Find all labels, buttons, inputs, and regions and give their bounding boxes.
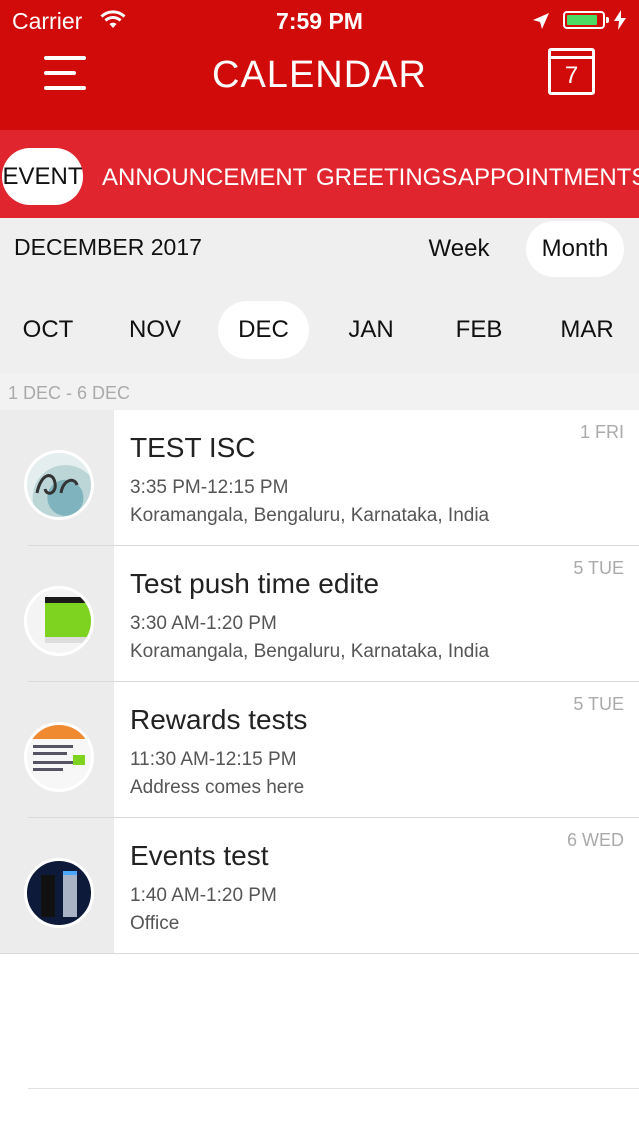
location-arrow-icon xyxy=(532,12,550,35)
month-view-button[interactable]: Month xyxy=(526,221,624,277)
month-chip-feb[interactable]: FEB xyxy=(437,301,521,359)
date-range-header: 1 DEC - 6 DEC xyxy=(0,374,639,410)
event-date: 6 WED xyxy=(566,830,624,850)
event-time: 3:35 PM-12:15 PM xyxy=(130,477,289,498)
event-location: Koramangala, Bengaluru, Karnataka, India xyxy=(130,641,490,662)
nav-bar: CALENDAR 7 xyxy=(0,42,639,130)
event-location: Office xyxy=(130,913,180,934)
event-row[interactable]: TEST ISC 3:35 PM-12:15 PM Koramangala, B… xyxy=(0,410,639,546)
event-row[interactable]: Rewards tests 11:30 AM-12:15 PM Address … xyxy=(0,682,639,818)
tab-announcement[interactable]: ANNOUNCEMENT xyxy=(102,130,307,218)
event-thumbnail xyxy=(24,722,94,792)
calendar-icon[interactable]: 7 xyxy=(548,48,595,95)
event-location: Address comes here xyxy=(130,777,305,798)
event-date: 5 TUE xyxy=(573,558,624,578)
month-chip-jan[interactable]: JAN xyxy=(329,301,413,359)
event-date: 5 TUE xyxy=(573,694,624,714)
event-location: Koramangala, Bengaluru, Karnataka, India xyxy=(130,505,490,526)
event-thumbnail xyxy=(24,586,94,656)
month-chip-mar[interactable]: MAR xyxy=(545,301,629,359)
month-chip-nov[interactable]: NOV xyxy=(113,301,197,359)
month-chip-dec[interactable]: DEC xyxy=(218,301,309,359)
period-selector: DECEMBER 2017 Week Month OCT NOV DEC JAN… xyxy=(0,218,639,374)
status-bar: Carrier 7:59 PM xyxy=(0,0,639,42)
event-title: Events test xyxy=(130,840,269,871)
event-time: 1:40 AM-1:20 PM xyxy=(130,885,277,906)
event-title: TEST ISC xyxy=(130,432,256,463)
event-title: Rewards tests xyxy=(130,704,308,735)
tab-appointments[interactable]: APPOINTMENTS xyxy=(458,130,639,218)
event-time: 3:30 AM-1:20 PM xyxy=(130,613,277,634)
event-thumbnail xyxy=(24,450,94,520)
month-chip-oct[interactable]: OCT xyxy=(6,301,90,359)
list-bottom-divider xyxy=(28,1088,639,1089)
event-list: TEST ISC 3:35 PM-12:15 PM Koramangala, B… xyxy=(0,410,639,954)
event-date: 1 FRI xyxy=(579,422,624,442)
page-title: CALENDAR xyxy=(212,54,427,96)
week-view-button[interactable]: Week xyxy=(414,221,504,277)
battery-icon xyxy=(563,11,609,29)
current-month-label: DECEMBER 2017 xyxy=(14,234,202,260)
calendar-day-number: 7 xyxy=(564,62,579,89)
event-time: 11:30 AM-12:15 PM xyxy=(130,749,297,770)
tab-greetings[interactable]: GREETINGS xyxy=(316,130,457,218)
tab-event[interactable]: EVENT xyxy=(2,148,83,205)
charging-bolt-icon xyxy=(614,10,626,35)
category-tabs: EVENT ANNOUNCEMENT GREETINGS APPOINTMENT… xyxy=(0,130,639,218)
event-title: Test push time edite xyxy=(130,568,380,599)
event-row[interactable]: Events test 1:40 AM-1:20 PM Office 6 WED xyxy=(0,818,639,954)
event-row[interactable]: Test push time edite 3:30 AM-1:20 PM Kor… xyxy=(0,546,639,682)
event-thumbnail xyxy=(24,858,94,928)
